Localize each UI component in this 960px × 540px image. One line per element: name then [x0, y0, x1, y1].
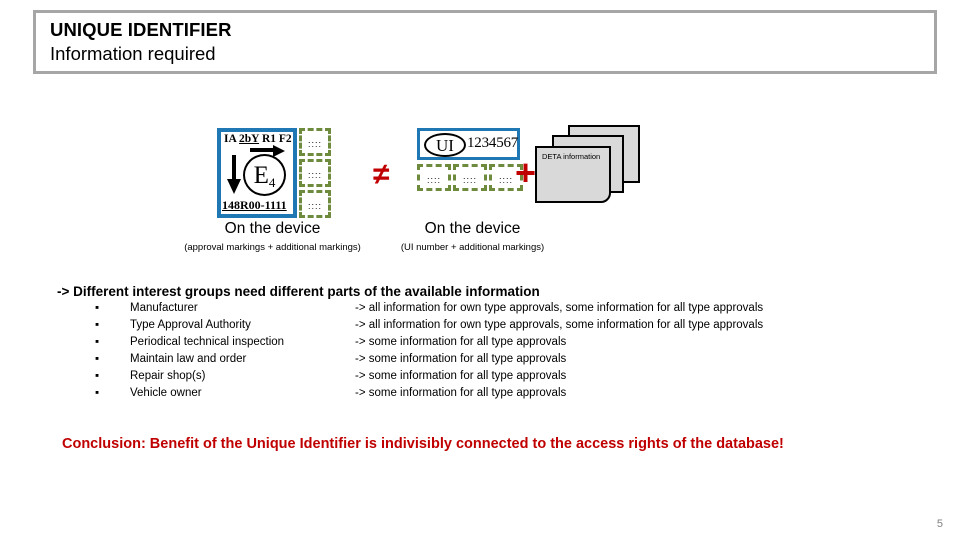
bullet-icon: ▪: [95, 370, 100, 382]
bullet-icon: ▪: [95, 353, 100, 365]
table-row: ▪ Maintain law and order -> some informa…: [95, 353, 885, 370]
interest-group-name: Repair shop(s): [130, 370, 206, 382]
interest-group-name: Maintain law and order: [130, 353, 247, 365]
page-title: UNIQUE IDENTIFIER: [50, 19, 232, 40]
caption-right-main: On the device: [424, 220, 521, 237]
approval-marking-box: IA 2bY R1 F2 E4 148R00-1111: [217, 128, 297, 218]
diagram-area: IA 2bY R1 F2 E4 148R00-1111 :::: :::: ::…: [0, 120, 960, 265]
additional-marking-box-3: ::::: [299, 190, 331, 218]
page-subtitle: Information required: [50, 42, 216, 64]
e-letter: E: [253, 162, 269, 189]
caption-right-sub: (UI number + additional markings): [400, 242, 545, 253]
ui-number-value: 1234567: [467, 135, 519, 151]
interest-group-name: Vehicle owner: [130, 387, 202, 399]
ui-additional-marking-mark-2: ::::: [462, 175, 477, 185]
approval-number: 148R00-1111: [222, 198, 287, 212]
down-arrow-icon: [227, 155, 241, 194]
interest-groups-intro: -> Different interest groups need differ…: [57, 284, 540, 299]
approval-prefix: IA: [224, 133, 240, 145]
ui-number-box: UI 1234567: [417, 128, 520, 160]
table-row: ▪ Vehicle owner -> some information for …: [95, 387, 885, 404]
ui-additional-marking-box-1: ::::: [417, 164, 451, 191]
interest-groups-table: ▪ Manufacturer -> all information for ow…: [95, 302, 885, 404]
not-equal-icon: ≠: [373, 158, 390, 191]
additional-marking-mark-1: ::::: [307, 139, 322, 149]
additional-marking-mark-3: ::::: [307, 201, 322, 211]
approval-code-underlined: 2bY: [239, 133, 260, 145]
additional-marking-mark-2: ::::: [307, 170, 322, 180]
deta-document-stack: DETA information: [530, 125, 645, 210]
interest-group-access: -> some information for all type approva…: [355, 336, 567, 348]
bullet-icon: ▪: [95, 319, 100, 331]
table-row: ▪ Type Approval Authority -> all informa…: [95, 319, 885, 336]
slide-header-box: UNIQUE IDENTIFIER Information required: [33, 10, 937, 74]
interest-group-name: Periodical technical inspection: [130, 336, 285, 348]
ui-additional-marking-mark-1: ::::: [426, 175, 441, 185]
approval-suffix: R1 F2: [259, 133, 292, 145]
page-number: 5: [936, 518, 943, 530]
interest-group-access: -> all information for own type approval…: [355, 319, 764, 331]
ui-additional-marking-box-2: ::::: [453, 164, 487, 191]
interest-group-access: -> all information for own type approval…: [355, 302, 764, 314]
additional-marking-box-2: ::::: [299, 159, 331, 187]
bullet-icon: ▪: [95, 387, 100, 399]
additional-marking-box-1: ::::: [299, 128, 331, 156]
interest-group-access: -> some information for all type approva…: [355, 353, 567, 365]
bullet-icon: ▪: [95, 336, 100, 348]
approval-marking-top-line: IA 2bY R1 F2: [224, 133, 292, 145]
table-row: ▪ Repair shop(s) -> some information for…: [95, 370, 885, 387]
interest-group-access: -> some information for all type approva…: [355, 387, 567, 399]
table-row: ▪ Periodical technical inspection -> som…: [95, 336, 885, 353]
e-mark-circle: E4: [243, 154, 286, 196]
interest-group-name: Type Approval Authority: [130, 319, 251, 331]
bullet-icon: ▪: [95, 302, 100, 314]
ui-oval-label: UI: [424, 133, 466, 157]
interest-group-access: -> some information for all type approva…: [355, 370, 567, 382]
deta-information-label: DETA information: [542, 152, 601, 161]
conclusion-text: Conclusion: Benefit of the Unique Identi…: [62, 436, 784, 452]
interest-group-name: Manufacturer: [130, 302, 198, 314]
table-row: ▪ Manufacturer -> all information for ow…: [95, 302, 885, 319]
e-subscript: 4: [268, 175, 276, 191]
